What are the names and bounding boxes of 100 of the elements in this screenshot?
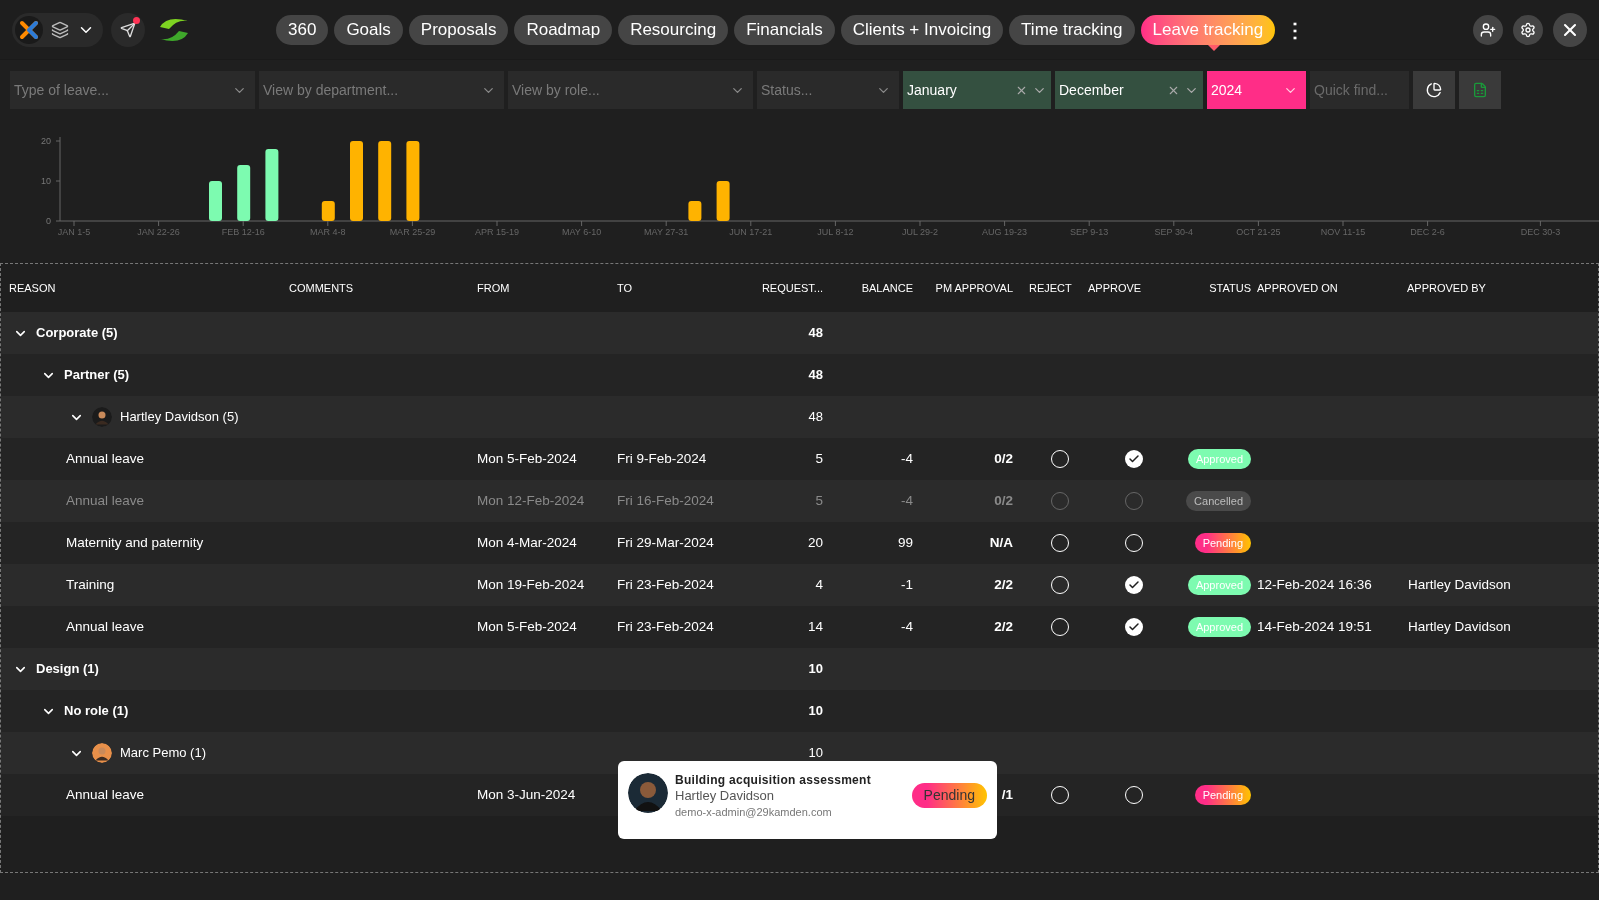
- nav-tab[interactable]: Time tracking: [1009, 14, 1135, 45]
- table-cell-text: Maternity and paternity: [66, 533, 204, 552]
- column-header[interactable]: APPROVE: [1088, 279, 1142, 297]
- x-tick-label: MAR 25-29: [389, 227, 436, 237]
- column-header[interactable]: REASON: [9, 279, 56, 297]
- status-badge: Pending: [911, 783, 987, 808]
- status-badge: Approved: [1187, 574, 1251, 596]
- nav-tab[interactable]: 360: [276, 14, 329, 45]
- chart-button[interactable]: [1413, 71, 1455, 109]
- total-cell-text: 10: [808, 744, 823, 763]
- excel-export-button[interactable]: [1459, 71, 1501, 109]
- nav-tab[interactable]: Resourcing: [618, 14, 729, 45]
- x-tick-label: SEP 9-13: [1070, 227, 1109, 237]
- total-cell-text: 10: [808, 702, 823, 721]
- send-button[interactable]: [111, 12, 145, 47]
- column-header[interactable]: BALANCE: [861, 279, 913, 297]
- avatar: [628, 773, 668, 813]
- x-tick-label: MAY 27-31: [644, 227, 689, 237]
- table-cell-text: 5: [815, 491, 823, 510]
- table-cell-text: Mon 3-Jun-2024: [477, 785, 576, 804]
- settings-button[interactable]: [1513, 14, 1543, 45]
- add-user-button[interactable]: [1473, 14, 1503, 45]
- x-tick-label: NOV 11-15: [1320, 227, 1366, 237]
- x-tick-label: JAN 22-26: [137, 227, 180, 237]
- pie-chart-icon: [1426, 82, 1442, 98]
- nav-tab[interactable]: Proposals: [408, 14, 509, 45]
- table-cell-text: Fri 23-Feb-2024: [617, 575, 714, 594]
- table-cell-text: Annual leave: [66, 491, 145, 510]
- table-cell-text: -4: [901, 617, 913, 636]
- table-cell-text: -4: [901, 449, 913, 468]
- column-header[interactable]: REQUEST...: [761, 279, 823, 297]
- table-cell-text: 2/2: [994, 575, 1013, 594]
- popup-email: demo-x-admin@29kamden.com: [675, 806, 833, 820]
- avatar: [92, 743, 112, 763]
- column-header[interactable]: APPROVED BY: [1407, 279, 1486, 297]
- y-tick-label: 0: [46, 216, 51, 226]
- x-tick-label: MAR 4-8: [310, 227, 346, 237]
- x-tick-label: SEP 30-4: [1154, 227, 1193, 237]
- table-cell-text: Mon 4-Mar-2024: [477, 533, 577, 552]
- approve-radio[interactable]: [1125, 450, 1143, 468]
- x-tick-label: DEC 2-6: [1410, 227, 1445, 237]
- table-cell-text: Mon 5-Feb-2024: [477, 449, 577, 468]
- search-field[interactable]: Quick find...: [1310, 71, 1409, 109]
- table-cell-text: Mon 19-Feb-2024: [477, 575, 585, 594]
- table-cell-text: 0/2: [994, 449, 1013, 468]
- table-cell-text: 14: [807, 617, 823, 636]
- column-header[interactable]: COMMENTS: [289, 279, 354, 297]
- popup-title: Building acquisition assessment: [675, 773, 871, 788]
- table-cell-text: 0/2: [994, 491, 1013, 510]
- status-badge: Pending: [1194, 532, 1251, 554]
- table-cell-text: Annual leave: [66, 785, 145, 804]
- app-switcher[interactable]: [12, 12, 103, 47]
- approve-radio[interactable]: [1125, 576, 1143, 594]
- column-header[interactable]: PM APPROVAL: [935, 279, 1013, 297]
- x-tick-label: MAY 6-10: [562, 227, 602, 237]
- close-button[interactable]: [1553, 12, 1587, 47]
- column-header[interactable]: REJECT: [1029, 279, 1072, 297]
- table-cell-text: Annual leave: [66, 617, 145, 636]
- table-cell-text: N/A: [989, 533, 1013, 552]
- table-cell-text: -4: [901, 491, 913, 510]
- month-dropdown[interactable]: December: [1055, 71, 1203, 109]
- nav-tab[interactable]: Clients + Invoicing: [840, 14, 1004, 45]
- table-cell-text: 5: [815, 449, 823, 468]
- table-cell-text: Hartley Davidson: [1408, 617, 1511, 636]
- more-menu[interactable]: ⋮: [1281, 14, 1310, 45]
- table-cell-text: 4: [815, 575, 823, 594]
- column-header[interactable]: STATUS: [1209, 279, 1251, 297]
- group-label: Corporate (5): [36, 324, 118, 343]
- chart-bar: [209, 181, 222, 221]
- approve-radio[interactable]: [1125, 618, 1143, 636]
- total-cell-text: 48: [808, 324, 823, 343]
- nav-tab[interactable]: Financials: [734, 14, 835, 45]
- year-dropdown[interactable]: 2024: [1207, 71, 1306, 109]
- column-header[interactable]: APPROVED ON: [1257, 279, 1338, 297]
- table-cell-text: /1: [1001, 785, 1013, 804]
- table-cell-text: 2/2: [994, 617, 1013, 636]
- total-cell-text: 48: [808, 366, 823, 385]
- group-label: Design (1): [36, 660, 99, 679]
- add-user-icon: [1480, 21, 1496, 38]
- spreadsheet-icon: [1472, 82, 1488, 98]
- x-tick-label: JAN 1-5: [57, 227, 91, 237]
- table-cell-text: 20: [807, 533, 823, 552]
- table-cell-text: Mon 12-Feb-2024: [477, 491, 585, 510]
- x-tick-label: JUL 8-12: [817, 227, 854, 237]
- nav-tab[interactable]: Roadmap: [514, 14, 613, 45]
- column-header[interactable]: TO: [617, 279, 633, 297]
- total-cell-text: 48: [808, 408, 823, 427]
- status-badge: Pending: [1194, 784, 1251, 806]
- column-header[interactable]: FROM: [477, 279, 510, 297]
- table-cell-text: Hartley Davidson: [1408, 575, 1511, 594]
- x-tick-label: OCT 21-25: [1236, 227, 1281, 237]
- layers-icon[interactable]: [51, 20, 69, 39]
- app-logo-icon: [15, 15, 43, 44]
- table-cell-text: 99: [897, 533, 913, 552]
- chart-bar: [265, 149, 279, 221]
- nav-tab[interactable]: Goals: [334, 14, 403, 45]
- check-icon: [1128, 453, 1140, 465]
- table-cell-text: Fri 23-Feb-2024: [617, 617, 714, 636]
- total-cell-text: 10: [808, 660, 823, 679]
- month-dropdown[interactable]: January: [903, 71, 1051, 109]
